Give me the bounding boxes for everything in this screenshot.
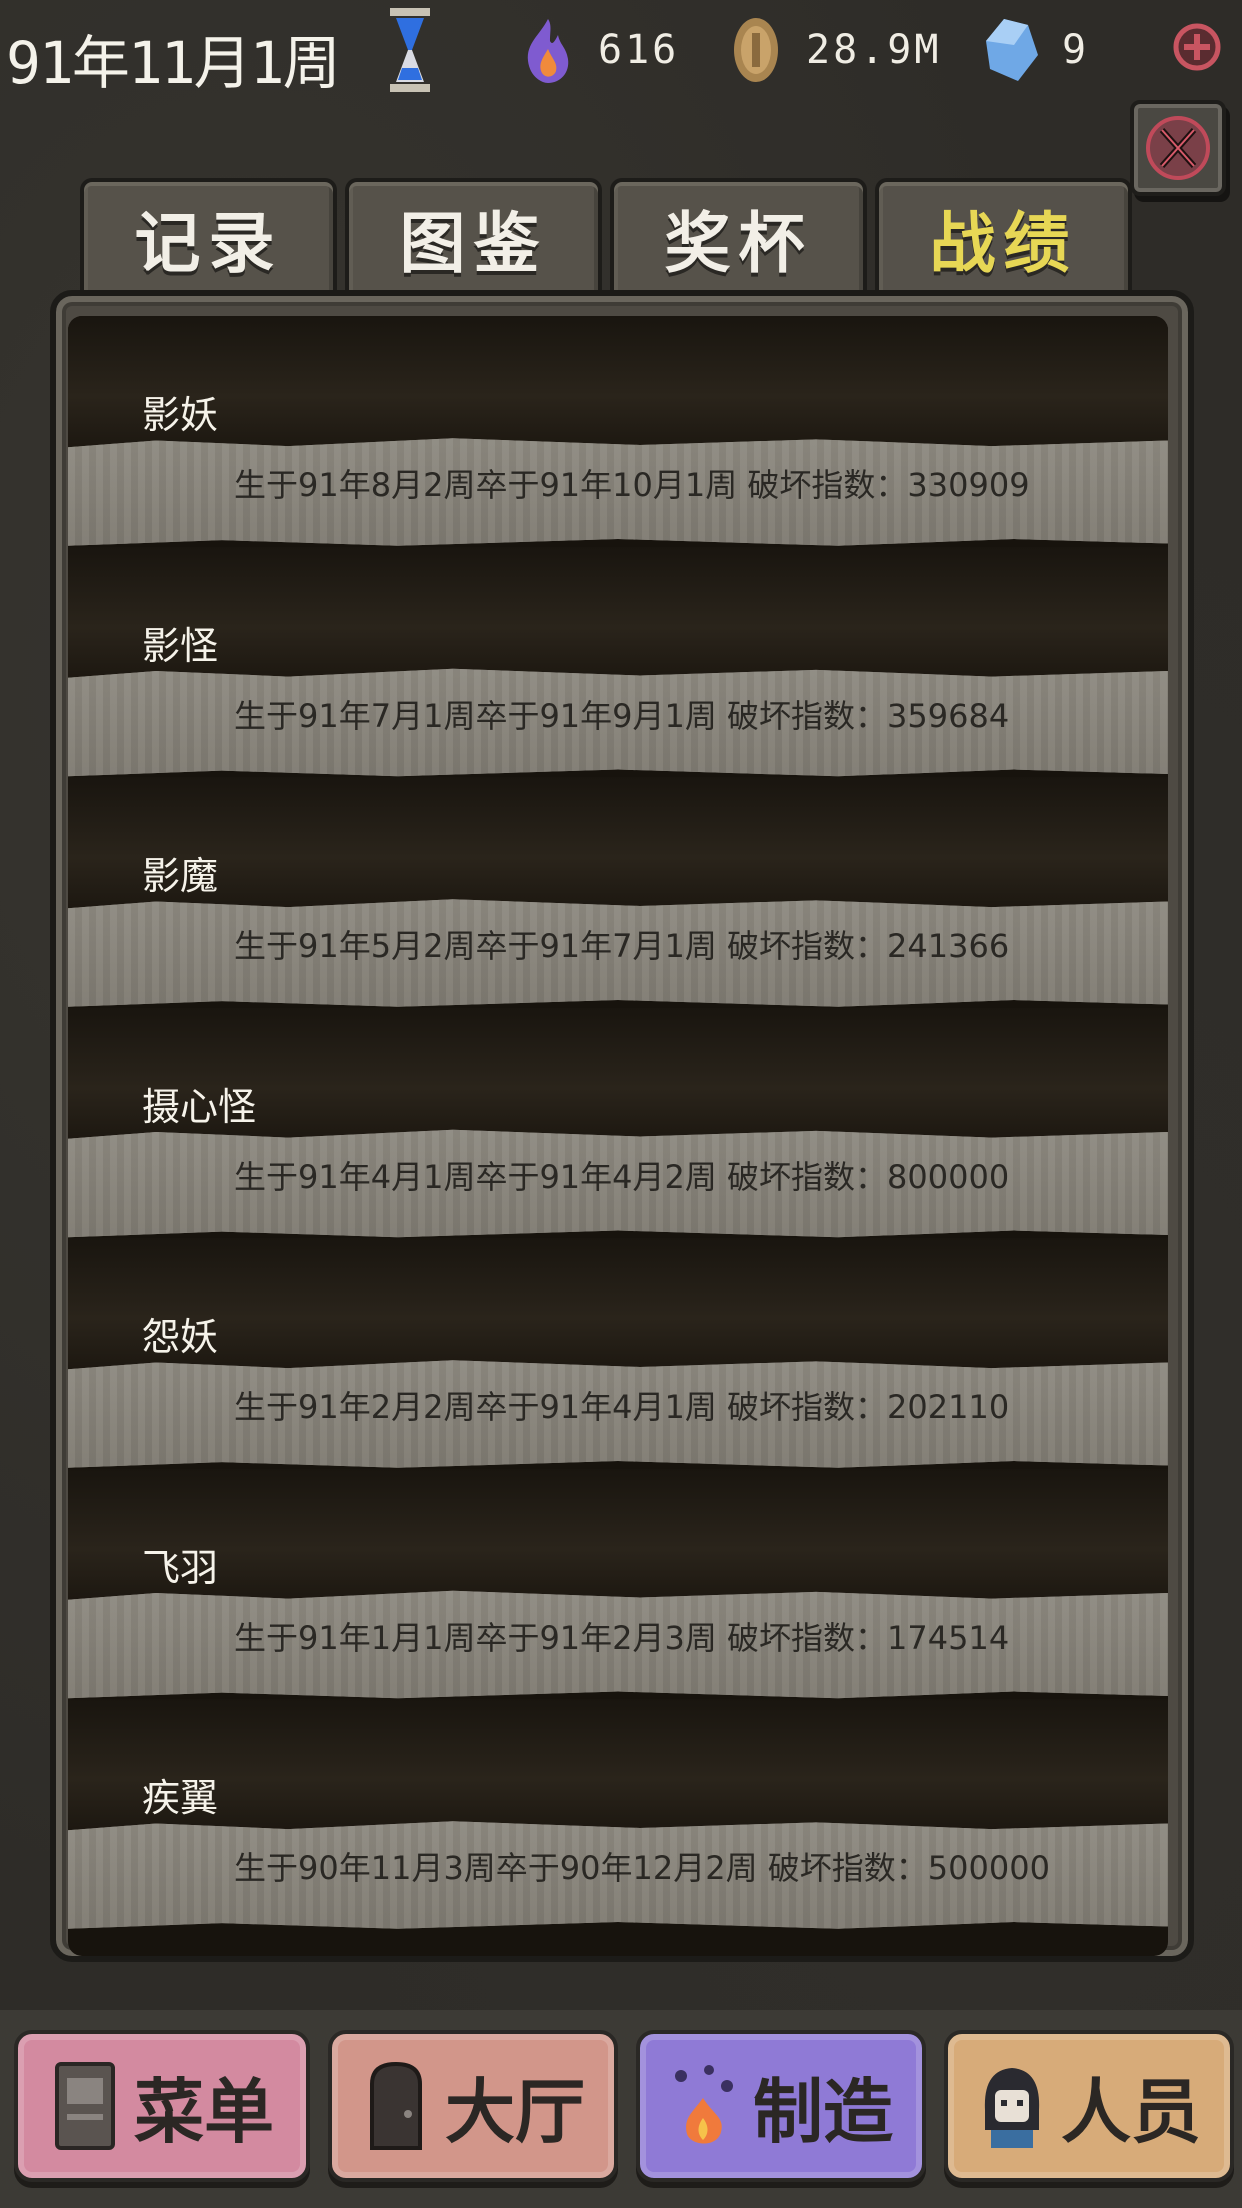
flame-icon — [520, 15, 576, 85]
flame-value: 616 — [598, 27, 680, 73]
record-info: 生于91年1月1周卒于91年2月3周 破坏指数：174514 — [234, 1618, 1010, 1657]
record-list[interactable]: 影妖 生于91年8月2周卒于91年10月1周 破坏指数：330909 影怪 生于91年… — [68, 316, 1168, 1956]
gem-resource: 9 — [984, 19, 1090, 81]
record-header-band — [68, 1468, 1168, 1603]
record-info: 生于90年11月3周卒于90年12月2周 破坏指数：500000 — [234, 1849, 1050, 1887]
craft-label: 制造 — [753, 2070, 893, 2153]
menu-label: 菜单 — [134, 2070, 274, 2153]
record-info: 生于91年7月1周卒于91年9月1周 破坏指数：359684 — [234, 696, 1010, 735]
tab-records[interactable]: 记录 — [80, 178, 337, 294]
record-row: 怨妖 生于91年2月2周卒于91年4月1周 破坏指数：202110 — [68, 1238, 1168, 1469]
tab-achievements[interactable]: 战绩 — [875, 178, 1132, 294]
record-row: 影怪 生于91年7月1周卒于91年9月1周 破坏指数：359684 — [68, 546, 1168, 778]
hourglass-icon[interactable] — [388, 8, 432, 92]
record-info: 生于91年4月1周卒于91年4月2周 破坏指数：800000 — [234, 1157, 1010, 1196]
record-name: 怨妖 — [142, 1315, 219, 1359]
record-name: 疾翼 — [142, 1776, 219, 1820]
game-date: 91年11月1周 — [6, 29, 341, 97]
door-icon — [361, 2056, 431, 2156]
record-header-band — [68, 316, 1168, 450]
add-currency-icon[interactable] — [1172, 22, 1222, 72]
record-header-band — [68, 777, 1168, 911]
record-name: 飞羽 — [142, 1545, 219, 1590]
hall-label: 大厅 — [445, 2070, 585, 2153]
tab-trophies[interactable]: 奖杯 — [610, 178, 867, 294]
crew-button[interactable]: 人员 — [944, 2030, 1234, 2182]
craft-button[interactable]: 制造 — [636, 2030, 926, 2182]
record-row: 影妖 生于91年8月2周卒于91年10月1周 破坏指数：330909 — [68, 316, 1168, 547]
book-icon — [50, 2056, 120, 2156]
coin-value: 28.9M — [806, 27, 942, 73]
gem-icon — [984, 15, 1040, 85]
record-row: 飞羽 生于91年1月1周卒于91年2月3周 破坏指数：174514 — [68, 1468, 1168, 1700]
close-button[interactable] — [1130, 100, 1226, 196]
crew-label: 人员 — [1061, 2070, 1201, 2153]
close-icon — [1146, 116, 1210, 180]
record-name: 影妖 — [142, 393, 219, 437]
record-info: 生于91年8月2周卒于91年10月1周 破坏指数：330909 — [234, 466, 1030, 504]
menu-button[interactable]: 菜单 — [14, 2030, 310, 2182]
record-header-band — [68, 1699, 1168, 1833]
record-row: 影魔 生于91年5月2周卒于91年7月1周 破坏指数：241366 — [68, 777, 1168, 1008]
record-name: 影魔 — [142, 854, 219, 898]
gem-value: 9 — [1062, 27, 1090, 73]
flame-resource: 616 — [520, 19, 680, 83]
record-name: 摄心怪 — [142, 1084, 257, 1129]
tab-encyclopedia[interactable]: 图鉴 — [345, 178, 602, 294]
hall-button[interactable]: 大厅 — [328, 2030, 618, 2182]
bottom-nav: 菜单 大厅 制造 人员 — [0, 2010, 1242, 2208]
record-name: 影怪 — [142, 623, 219, 668]
coin-resource: 28.9M — [728, 18, 942, 82]
top-status-bar: 91年11月1周 616 28.9M 9 — [0, 0, 1242, 100]
record-row: 摄心怪生于91年4月1周卒于91年4月2周 破坏指数：800000 — [68, 1007, 1168, 1239]
tab-bar: 记录 图鉴 奖杯 战绩 — [80, 178, 1132, 294]
record-row: 疾翼 生于90年11月3周卒于90年12月2周 破坏指数：500000 — [68, 1699, 1168, 1930]
craft-fire-icon — [669, 2056, 739, 2156]
coin-icon — [728, 15, 784, 85]
record-info: 生于91年2月2周卒于91年4月1周 破坏指数：202110 — [234, 1388, 1010, 1426]
record-info: 生于91年5月2周卒于91年7月1周 破坏指数：241366 — [234, 927, 1010, 965]
record-header-band — [68, 1238, 1168, 1372]
person-icon — [977, 2056, 1047, 2156]
record-header-band — [68, 546, 1168, 681]
